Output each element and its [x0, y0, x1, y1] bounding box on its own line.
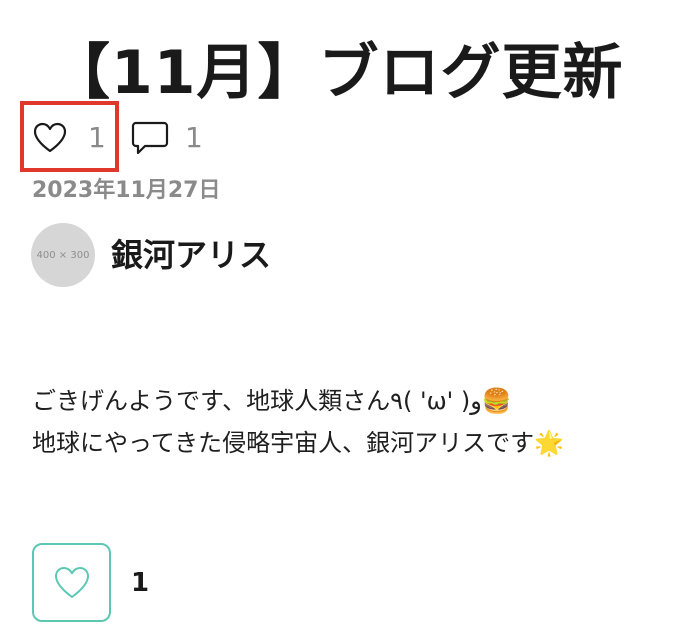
comment-count: 1: [185, 121, 203, 154]
avatar-placeholder-text: 400 × 300: [36, 249, 90, 261]
article-body: ごきげんようです、地球人類さん٩( 'ω' )و🍔 地球にやってきた侵略宇宙人、…: [32, 380, 564, 464]
like-button[interactable]: [32, 543, 111, 622]
heart-icon[interactable]: [33, 122, 67, 154]
body-line: ごきげんようです、地球人類さん٩( 'ω' )و🍔: [32, 387, 512, 415]
article-title: 【11月】ブログ更新: [50, 38, 624, 108]
author-name[interactable]: 銀河アリス: [111, 233, 271, 277]
body-line: 地球にやってきた侵略宇宙人、銀河アリスです🌟: [32, 429, 564, 457]
post-date: 2023年11月27日: [32, 178, 221, 203]
heart-icon: [54, 566, 89, 598]
like-button-count: 1: [131, 568, 150, 598]
like-count: 1: [88, 121, 106, 154]
comment-icon[interactable]: [131, 120, 169, 156]
avatar[interactable]: 400 × 300: [31, 223, 95, 287]
